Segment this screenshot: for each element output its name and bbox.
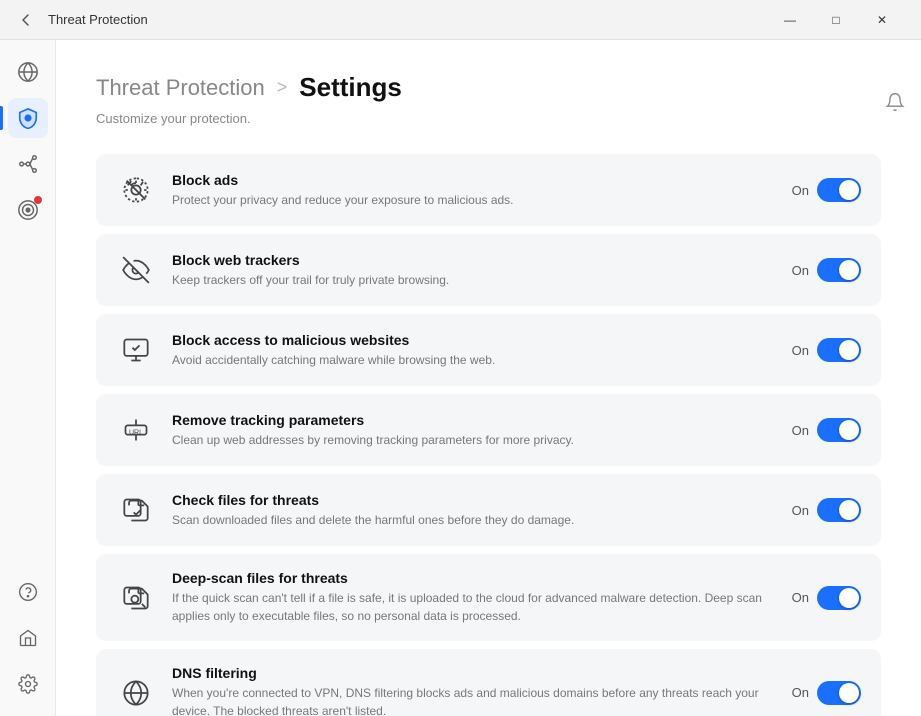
sidebar-item-target[interactable]: [8, 190, 48, 230]
app-layout: Threat Protection > Settings Customize y…: [0, 40, 921, 716]
main-content: Threat Protection > Settings Customize y…: [56, 40, 921, 716]
minimize-button[interactable]: —: [767, 0, 813, 40]
setting-card-check-files: Check files for threats Scan downloaded …: [96, 474, 881, 546]
setting-text-block-malicious-websites: Block access to malicious websites Avoid…: [172, 332, 776, 369]
setting-card-block-ads: Block ads Protect your privacy and reduc…: [96, 154, 881, 226]
setting-card-dns-filtering: DNS filtering When you're connected to V…: [96, 649, 881, 716]
sidebar-item-shield[interactable]: [8, 98, 48, 138]
setting-title-block-malicious-websites: Block access to malicious websites: [172, 332, 776, 348]
window-controls: — □ ✕: [767, 0, 905, 40]
page-header: Threat Protection > Settings Customize y…: [96, 72, 881, 126]
setting-desc-deep-scan: If the quick scan can't tell if a file i…: [172, 589, 776, 625]
setting-control-remove-tracking-params: On: [792, 418, 861, 442]
sidebar-item-home[interactable]: [8, 618, 48, 658]
setting-text-check-files: Check files for threats Scan downloaded …: [172, 492, 776, 529]
setting-card-remove-tracking-params: URL Remove tracking parameters Clean up …: [96, 394, 881, 466]
close-button[interactable]: ✕: [859, 0, 905, 40]
breadcrumb-parent: Threat Protection: [96, 75, 265, 101]
setting-status-block-ads: On: [792, 183, 809, 198]
setting-toggle-block-web-trackers[interactable]: [817, 258, 861, 282]
setting-icon-block-malicious-websites: [116, 330, 156, 370]
setting-toggle-block-ads[interactable]: [817, 178, 861, 202]
setting-control-block-malicious-websites: On: [792, 338, 861, 362]
setting-desc-check-files: Scan downloaded files and delete the har…: [172, 511, 776, 529]
setting-status-remove-tracking-params: On: [792, 423, 809, 438]
setting-icon-deep-scan: [116, 578, 156, 618]
setting-status-block-malicious-websites: On: [792, 343, 809, 358]
setting-status-dns-filtering: On: [792, 685, 809, 700]
setting-control-block-web-trackers: On: [792, 258, 861, 282]
sidebar-item-settings[interactable]: [8, 664, 48, 704]
setting-title-block-ads: Block ads: [172, 172, 776, 188]
settings-list: Block ads Protect your privacy and reduc…: [96, 154, 881, 716]
setting-icon-block-web-trackers: [116, 250, 156, 290]
setting-icon-block-ads: [116, 170, 156, 210]
sidebar: [0, 40, 56, 716]
setting-desc-block-web-trackers: Keep trackers off your trail for truly p…: [172, 271, 776, 289]
setting-icon-remove-tracking-params: URL: [116, 410, 156, 450]
setting-toggle-deep-scan[interactable]: [817, 586, 861, 610]
title-bar: Threat Protection — □ ✕: [0, 0, 921, 40]
setting-toggle-block-malicious-websites[interactable]: [817, 338, 861, 362]
setting-status-block-web-trackers: On: [792, 263, 809, 278]
setting-desc-block-ads: Protect your privacy and reduce your exp…: [172, 191, 776, 209]
setting-title-block-web-trackers: Block web trackers: [172, 252, 776, 268]
window-title: Threat Protection: [48, 12, 148, 27]
setting-control-block-ads: On: [792, 178, 861, 202]
setting-control-check-files: On: [792, 498, 861, 522]
setting-card-block-malicious-websites: Block access to malicious websites Avoid…: [96, 314, 881, 386]
setting-toggle-check-files[interactable]: [817, 498, 861, 522]
sidebar-item-globe[interactable]: [8, 52, 48, 92]
setting-toggle-dns-filtering[interactable]: [817, 681, 861, 705]
breadcrumb: Threat Protection > Settings: [96, 72, 881, 103]
setting-card-deep-scan: Deep-scan files for threats If the quick…: [96, 554, 881, 641]
breadcrumb-current: Settings: [299, 72, 402, 103]
setting-text-block-ads: Block ads Protect your privacy and reduc…: [172, 172, 776, 209]
setting-text-dns-filtering: DNS filtering When you're connected to V…: [172, 665, 776, 716]
setting-title-remove-tracking-params: Remove tracking parameters: [172, 412, 776, 428]
setting-status-check-files: On: [792, 503, 809, 518]
setting-desc-block-malicious-websites: Avoid accidentally catching malware whil…: [172, 351, 776, 369]
setting-toggle-remove-tracking-params[interactable]: [817, 418, 861, 442]
maximize-button[interactable]: □: [813, 0, 859, 40]
page-subtitle: Customize your protection.: [96, 111, 881, 126]
setting-icon-check-files: [116, 490, 156, 530]
setting-control-dns-filtering: On: [792, 681, 861, 705]
setting-status-deep-scan: On: [792, 590, 809, 605]
notification-bell[interactable]: [885, 92, 905, 112]
setting-control-deep-scan: On: [792, 586, 861, 610]
setting-title-check-files: Check files for threats: [172, 492, 776, 508]
back-button[interactable]: [16, 10, 36, 30]
breadcrumb-separator: >: [277, 77, 288, 98]
sidebar-item-help[interactable]: [8, 572, 48, 612]
setting-title-dns-filtering: DNS filtering: [172, 665, 776, 681]
setting-desc-remove-tracking-params: Clean up web addresses by removing track…: [172, 431, 776, 449]
sidebar-item-mesh[interactable]: [8, 144, 48, 184]
notification-dot: [34, 196, 42, 204]
setting-text-block-web-trackers: Block web trackers Keep trackers off you…: [172, 252, 776, 289]
setting-icon-dns-filtering: [116, 673, 156, 713]
setting-title-deep-scan: Deep-scan files for threats: [172, 570, 776, 586]
setting-text-deep-scan: Deep-scan files for threats If the quick…: [172, 570, 776, 625]
setting-text-remove-tracking-params: Remove tracking parameters Clean up web …: [172, 412, 776, 449]
setting-desc-dns-filtering: When you're connected to VPN, DNS filter…: [172, 684, 776, 716]
setting-card-block-web-trackers: Block web trackers Keep trackers off you…: [96, 234, 881, 306]
